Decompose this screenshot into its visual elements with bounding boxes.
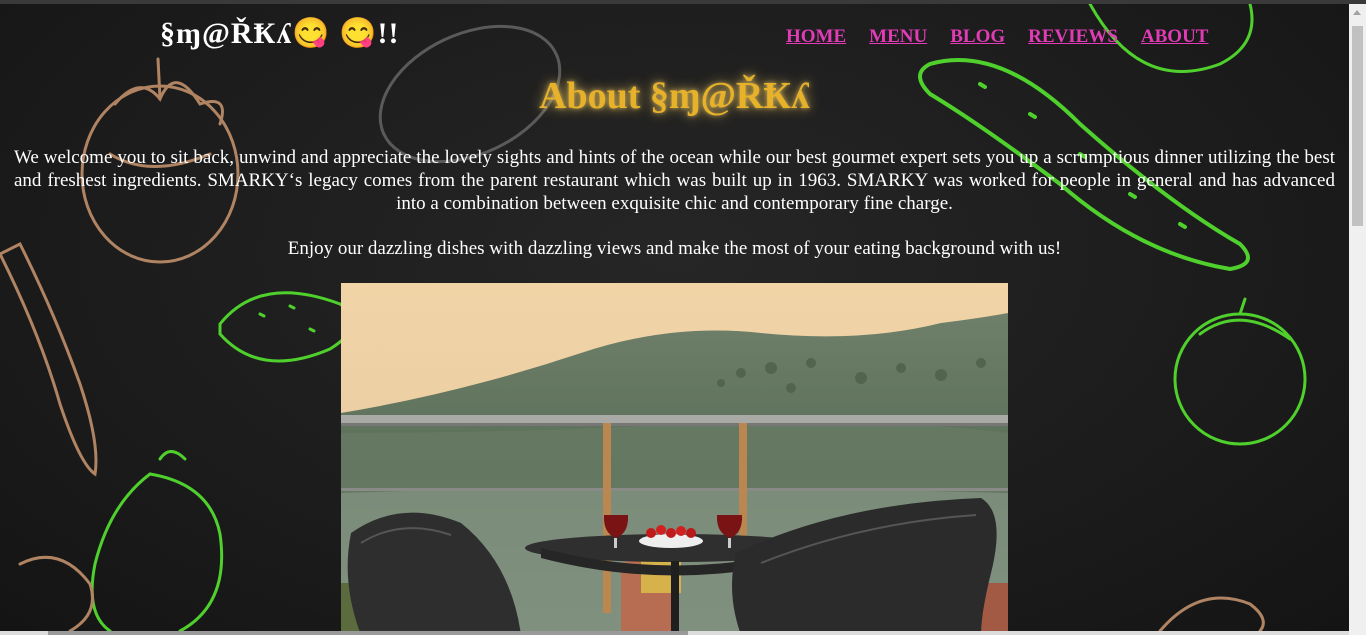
horizontal-scroll-thumb[interactable] [48,631,688,635]
page: §ɱ@ŘҞʎ😋 😋!! HOME MENU BLOG REVIEWS ABOUT… [0,4,1349,631]
potato-sketch-icon-bottom [1158,596,1265,631]
nav-blog-link[interactable]: BLOG [950,26,1005,48]
about-tagline-paragraph: Enjoy our dazzling dishes with dazzling … [287,238,1062,259]
cucumber-sketch-icon-brown [18,555,94,631]
nav-about-link[interactable]: ABOUT [1141,26,1209,48]
horizontal-scrollbar[interactable] [0,631,1349,635]
restaurant-balcony-photo [341,283,1008,631]
site-logo[interactable]: §ɱ@ŘҞʎ😋 😋!! [160,16,400,51]
tomato-sketch-icon-green [1173,297,1307,446]
nav-menu-link[interactable]: MENU [869,26,927,48]
knife-sketch-icon [0,241,98,477]
cucumber-sketch-icon [218,291,355,363]
about-title: About §ɱ@ŘҞʎ [539,75,810,117]
scroll-up-arrow-icon[interactable] [1353,10,1361,15]
eggplant-sketch-icon [90,450,224,631]
nav-reviews-link[interactable]: REVIEWS [1028,26,1118,48]
about-intro-paragraph: We welcome you to sit back, unwind and a… [14,147,1335,214]
main-nav: HOME MENU BLOG REVIEWS ABOUT [786,26,1227,48]
vertical-scroll-thumb[interactable] [1352,26,1363,226]
vertical-scrollbar[interactable] [1349,4,1366,635]
nav-home-link[interactable]: HOME [786,26,846,48]
